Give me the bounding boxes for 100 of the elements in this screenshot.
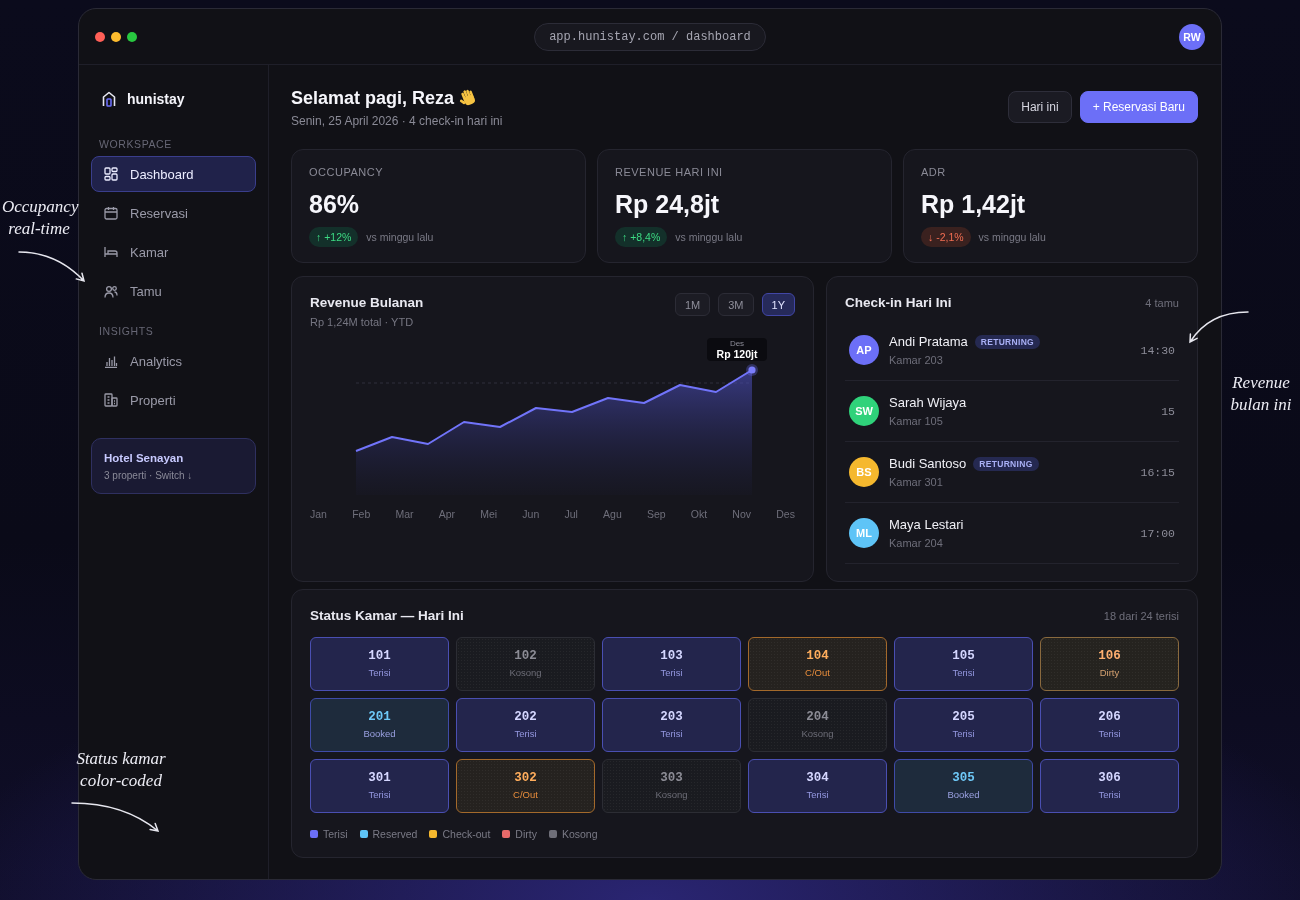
card-title: Status Kamar — Hari Ini xyxy=(310,607,464,624)
guest-avatar: SW xyxy=(849,396,879,426)
month-label: Mar xyxy=(395,507,414,521)
trend-badge: ↑ +12% xyxy=(309,227,359,247)
checkin-time: 15 xyxy=(1161,404,1175,418)
legend-label: Reserved xyxy=(372,827,418,841)
room-tile[interactable]: 104 C/Out xyxy=(748,637,887,691)
legend-label: Dirty xyxy=(515,827,537,841)
room-tile[interactable]: 305 Booked xyxy=(894,759,1033,813)
room-tile[interactable]: 303 Kosong xyxy=(602,759,741,813)
room-tile[interactable]: 205 Terisi xyxy=(894,698,1033,752)
stat-label: REVENUE HARI INI xyxy=(615,166,723,179)
checkin-time: 17:00 xyxy=(1140,526,1175,540)
greeting: Selamat pagi, Reza xyxy=(291,87,455,109)
comparison-note: vs minggu lalu xyxy=(675,231,743,243)
room-tile[interactable]: 203 Terisi xyxy=(602,698,741,752)
users-icon xyxy=(104,284,118,298)
primary-action-button[interactable]: + Reservasi Baru xyxy=(1079,91,1198,123)
checkin-time: 14:30 xyxy=(1140,343,1175,357)
room-tile[interactable]: 302 C/Out xyxy=(456,759,595,813)
date-filter-button[interactable]: Hari ini xyxy=(1008,91,1072,123)
sidebar-item[interactable]: Properti xyxy=(91,382,256,418)
room-tile[interactable]: 103 Terisi xyxy=(602,637,741,691)
room-label: Kamar 105 xyxy=(889,413,944,428)
stat-label: OCCUPANCY xyxy=(309,166,383,179)
sidebar-item[interactable]: Dashboard xyxy=(91,156,256,192)
range-tab[interactable]: 1Y xyxy=(761,293,795,316)
calendar-icon xyxy=(104,206,118,220)
sidebar-item[interactable]: Tamu xyxy=(91,273,256,309)
house-logo-icon xyxy=(102,91,116,107)
month-label: Apr xyxy=(438,507,456,521)
month-label: Mei xyxy=(480,507,498,521)
room-tile[interactable]: 105 Terisi xyxy=(894,637,1033,691)
building-icon xyxy=(104,393,118,407)
stat-value: 86% xyxy=(309,189,360,219)
guest-name: Sarah Wijaya xyxy=(889,394,967,411)
room-tile[interactable]: 206 Terisi xyxy=(1040,698,1179,752)
sidebar-item[interactable]: Reservasi xyxy=(91,195,256,231)
month-label: Feb xyxy=(352,507,371,521)
curved-arrow-icon xyxy=(18,250,88,284)
guest-name: Budi Santoso xyxy=(889,455,967,472)
maximize-window-icon[interactable] xyxy=(127,31,137,42)
guest-badge: RETURNING xyxy=(973,456,1039,471)
close-window-icon[interactable] xyxy=(95,31,105,42)
month-label: Jan xyxy=(310,507,327,521)
card-title: Revenue Bulanan xyxy=(310,294,424,311)
trend-badge: ↓ -2,1% xyxy=(921,227,971,247)
user-avatar[interactable]: RW xyxy=(1179,23,1205,50)
date-subtitle: Senin, 25 April 2026 · 4 check-in hari ini xyxy=(291,113,503,129)
guest-name: Maya Lestari xyxy=(889,516,964,533)
room-tile[interactable]: 101 Terisi xyxy=(310,637,449,691)
card-subtitle: Rp 1,24M total · YTD xyxy=(310,315,415,329)
legend-label: Terisi xyxy=(323,827,348,841)
month-label: Sep xyxy=(646,507,666,521)
checkin-time: 16:15 xyxy=(1140,465,1175,479)
guest-avatar: BS xyxy=(849,457,879,487)
minimize-window-icon[interactable] xyxy=(111,31,121,42)
month-label: Okt xyxy=(690,507,708,521)
occupancy-summary: 18 dari 24 terisi xyxy=(1103,609,1179,622)
stat-label: ADR xyxy=(921,166,946,179)
room-tile[interactable]: 204 Kosong xyxy=(748,698,887,752)
month-label: Jul xyxy=(564,507,578,521)
property-switcher[interactable]: Hotel Senayan 3 properti · Switch ↓ xyxy=(91,438,256,494)
room-tile[interactable]: 106 Dirty xyxy=(1040,637,1179,691)
guest-name: Andi Pratama xyxy=(889,333,968,350)
room-label: Kamar 203 xyxy=(889,352,944,367)
month-label: Nov xyxy=(732,507,752,521)
room-tile[interactable]: 301 Terisi xyxy=(310,759,449,813)
sidebar-item[interactable]: Kamar xyxy=(91,234,256,270)
month-label: Agu xyxy=(603,507,622,521)
handwritten-note: Status kamar color-coded xyxy=(75,748,167,792)
tooltip-value: Rp 120jt xyxy=(716,347,758,360)
room-tile[interactable]: 304 Terisi xyxy=(748,759,887,813)
month-label: Des xyxy=(776,507,795,521)
range-tab[interactable]: 3M xyxy=(718,293,754,316)
legend-label: Check-out xyxy=(442,827,491,841)
room-tile[interactable]: 202 Terisi xyxy=(456,698,595,752)
room-tile[interactable]: 306 Terisi xyxy=(1040,759,1179,813)
grid-icon xyxy=(104,167,118,181)
legend-label: Kosong xyxy=(561,827,598,841)
brand-name: hunistay xyxy=(127,91,185,107)
card-title: Check-in Hari Ini xyxy=(845,294,952,311)
guest-count: 4 tamu xyxy=(1145,296,1179,309)
guest-avatar: AP xyxy=(849,335,879,365)
comparison-note: vs minggu lalu xyxy=(366,231,434,243)
trend-badge: ↑ +8,4% xyxy=(615,227,668,247)
room-label: Kamar 301 xyxy=(889,474,944,489)
month-label: Jun xyxy=(522,507,540,521)
comparison-note: vs minggu lalu xyxy=(978,231,1046,243)
stat-value: Rp 1,42jt xyxy=(921,189,1026,219)
sidebar-item[interactable]: Analytics xyxy=(91,343,256,379)
tooltip-month: Des xyxy=(729,339,745,348)
range-tab[interactable]: 1M xyxy=(674,293,711,316)
guest-avatar: ML xyxy=(849,518,879,548)
room-label: Kamar 204 xyxy=(889,535,944,550)
section-label: INSIGHTS xyxy=(98,326,155,337)
address-bar[interactable]: app.hunistay.com / dashboard xyxy=(534,22,766,51)
room-tile[interactable]: 102 Kosong xyxy=(456,637,595,691)
bed-icon xyxy=(104,246,118,258)
room-tile[interactable]: 201 Booked xyxy=(310,698,449,752)
